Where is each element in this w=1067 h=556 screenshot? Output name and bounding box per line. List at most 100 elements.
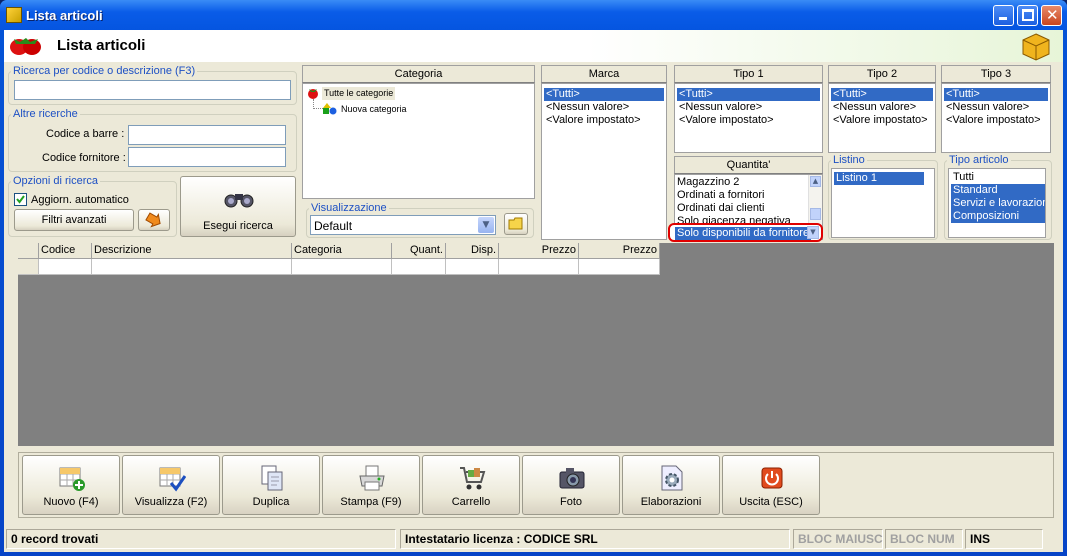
table-cell[interactable] (446, 259, 499, 275)
type2-list[interactable]: <Tutti> <Nessun valore> <Valore impostat… (828, 83, 936, 153)
item-type-legend: Tipo articolo (949, 154, 1009, 166)
type1-item[interactable]: <Nessun valore> (677, 101, 762, 114)
filter-arrow-button[interactable] (138, 209, 170, 231)
supplier-code-label: Codice fornitore : (42, 152, 126, 164)
type1-item[interactable]: <Valore impostato> (677, 114, 774, 127)
articles-grid[interactable]: Codice Descrizione Categoria Quant. Disp… (18, 243, 1054, 446)
new-button-label: Nuovo (F4) (43, 496, 99, 508)
quantity-highlighted-row[interactable]: Solo disponibili da fornitore ▼ (668, 223, 823, 242)
column-header-price[interactable]: Prezzo (499, 243, 579, 259)
page-title: Lista articoli (57, 37, 146, 54)
open-folder-button[interactable] (504, 213, 528, 235)
grid-corner-header (18, 243, 39, 259)
auto-update-checkbox[interactable] (14, 193, 27, 206)
column-header-description[interactable]: Descrizione (92, 243, 292, 259)
column-header-price-2[interactable]: Prezzo (579, 243, 660, 259)
type3-item[interactable]: <Valore impostato> (944, 114, 1041, 127)
gear-icon (661, 465, 683, 491)
print-button[interactable]: Stampa (F9) (322, 455, 420, 515)
scroll-down-icon[interactable]: ▼ (807, 226, 819, 239)
search-input[interactable] (14, 80, 291, 100)
brand-item[interactable]: <Tutti> (544, 88, 664, 101)
column-header-quantity[interactable]: Quant. (392, 243, 446, 259)
item-type-item[interactable]: Servizi e lavorazioni (951, 197, 1045, 210)
type2-item[interactable]: <Tutti> (831, 88, 933, 101)
type1-item[interactable]: <Tutti> (677, 88, 820, 101)
scroll-up-icon[interactable]: ▲ (810, 176, 821, 187)
brand-header: Marca (541, 65, 667, 83)
cart-button[interactable]: Carrello (422, 455, 520, 515)
photo-button-label: Foto (559, 496, 582, 508)
type3-item[interactable]: <Nessun valore> (944, 101, 1029, 114)
quantity-header: Quantita' (674, 156, 823, 174)
barcode-input[interactable] (128, 125, 286, 145)
brand-item[interactable]: <Valore impostato> (544, 114, 641, 127)
minimize-button[interactable] (993, 5, 1014, 26)
type1-list[interactable]: <Tutti> <Nessun valore> <Valore impostat… (674, 83, 823, 153)
brand-list[interactable]: <Tutti> <Nessun valore> <Valore impostat… (541, 83, 667, 240)
license-status: Intestatario licenza : CODICE SRL (400, 529, 790, 549)
quantity-item[interactable]: Magazzino 2 (677, 176, 739, 189)
type3-list[interactable]: <Tutti> <Nessun valore> <Valore impostat… (941, 83, 1051, 153)
quantity-item[interactable]: Ordinati a fornitori (677, 189, 764, 202)
row-indicator[interactable] (18, 259, 39, 275)
type2-header: Tipo 2 (828, 65, 936, 83)
duplicate-button[interactable]: Duplica (222, 455, 320, 515)
search-legend: Ricerca per codice o descrizione (F3) (13, 65, 196, 77)
item-type-list[interactable]: Tutti Standard Servizi e lavorazioni Com… (948, 168, 1046, 238)
category-all[interactable]: Tutte le categorie (322, 87, 396, 100)
maximize-button[interactable] (1017, 5, 1038, 26)
category-tree[interactable]: Tutte le categorie Nuova categoria (302, 83, 535, 199)
title-bar[interactable]: Lista articoli ✕ (0, 0, 1067, 30)
table-cell[interactable] (92, 259, 292, 275)
item-type-item[interactable]: Composizioni (951, 210, 1045, 223)
price-list-list[interactable]: Listino 1 (831, 168, 935, 238)
view-button[interactable]: Visualizza (F2) (122, 455, 220, 515)
column-header-category[interactable]: Categoria (292, 243, 392, 259)
type3-item[interactable]: <Tutti> (944, 88, 1048, 101)
quantity-highlighted-item[interactable]: Solo disponibili da fornitore (675, 227, 812, 240)
processing-button-label: Elaborazioni (640, 496, 702, 508)
type2-item[interactable]: <Nessun valore> (831, 101, 916, 114)
view-select[interactable]: Default ▼ (310, 215, 496, 235)
auto-update-label: Aggiorn. automatico (31, 194, 129, 206)
duplicate-button-label: Duplica (252, 496, 290, 508)
checkmark-icon (16, 195, 25, 204)
records-status: 0 record trovati (6, 529, 396, 549)
price-list-legend: Listino (833, 154, 865, 166)
window-title: Lista articoli (26, 8, 103, 23)
exit-button[interactable]: Uscita (ESC) (722, 455, 820, 515)
type2-item[interactable]: <Valore impostato> (831, 114, 928, 127)
new-button[interactable]: Nuovo (F4) (22, 455, 120, 515)
advanced-filters-button[interactable]: Filtri avanzati (14, 209, 134, 231)
package-cube-icon (1022, 33, 1050, 61)
insert-status: INS (965, 529, 1043, 549)
scroll-thumb[interactable] (810, 208, 821, 220)
item-type-item[interactable]: Standard (951, 184, 1045, 197)
tree-line (313, 108, 323, 109)
print-button-label: Stampa (F9) (340, 496, 402, 508)
column-header-code[interactable]: Codice (39, 243, 92, 259)
caps-lock-status: BLOC MAIUSC (793, 529, 883, 549)
table-cell[interactable] (499, 259, 579, 275)
brand-item[interactable]: <Nessun valore> (544, 101, 629, 114)
close-button[interactable]: ✕ (1041, 5, 1062, 26)
column-header-available[interactable]: Disp. (446, 243, 499, 259)
price-list-item[interactable]: Listino 1 (834, 172, 924, 185)
strawberry-icon (308, 89, 318, 99)
chevron-down-icon[interactable]: ▼ (478, 217, 494, 233)
table-cell[interactable] (579, 259, 660, 275)
table-cell[interactable] (39, 259, 92, 275)
processing-button[interactable]: Elaborazioni (622, 455, 720, 515)
photo-button[interactable]: Foto (522, 455, 620, 515)
printer-icon (359, 465, 385, 491)
item-type-item[interactable]: Tutti (951, 171, 974, 184)
execute-search-button[interactable]: Esegui ricerca (180, 176, 296, 237)
power-icon (761, 467, 783, 489)
table-cell[interactable] (392, 259, 446, 275)
category-shapes-icon (323, 103, 337, 115)
table-cell[interactable] (292, 259, 392, 275)
category-new[interactable]: Nuova categoria (341, 103, 407, 116)
supplier-code-input[interactable] (128, 147, 286, 167)
quantity-item[interactable]: Ordinati dai clienti (677, 202, 764, 215)
